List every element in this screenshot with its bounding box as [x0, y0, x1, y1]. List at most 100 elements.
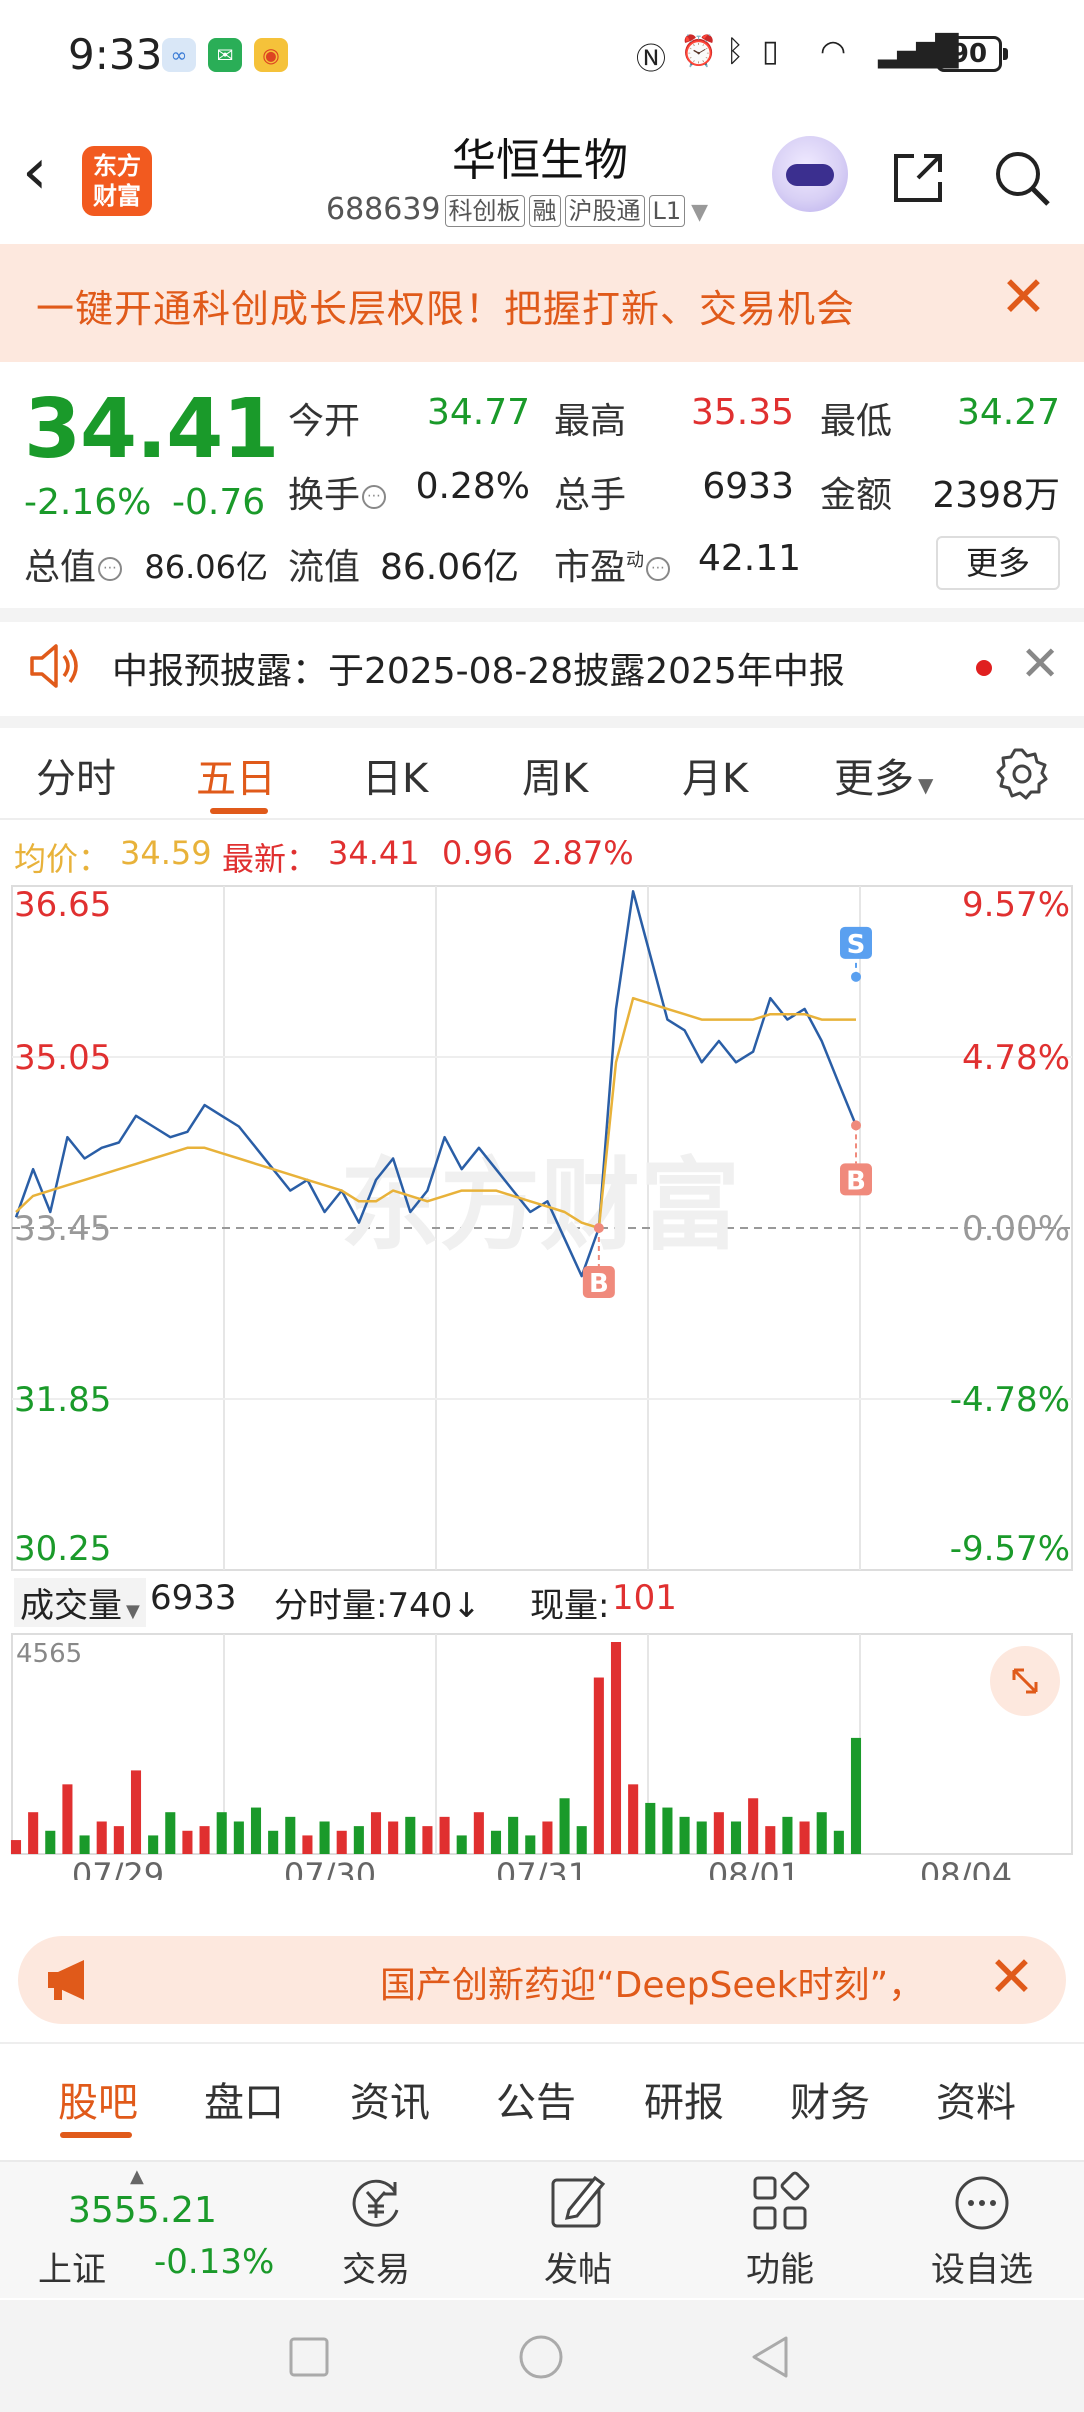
tab-announcements[interactable]: 公告 — [496, 2070, 576, 2128]
marker-dot — [851, 1120, 861, 1131]
volume-bar — [182, 1830, 193, 1854]
volume-bar — [559, 1798, 570, 1854]
amount-value: 2398万 — [932, 475, 1060, 516]
app-logo[interactable]: 东方 财富 — [82, 146, 152, 216]
tab-daily-k[interactable]: 日K — [362, 746, 428, 804]
share-icon[interactable] — [888, 148, 948, 208]
y-tick-left: 35.05 — [14, 1038, 111, 1078]
tab-weekly-k[interactable]: 周K — [522, 746, 588, 804]
info-icon[interactable]: ⋯ — [646, 557, 671, 581]
x-tick-label: 07/30 — [284, 1856, 376, 1880]
close-icon[interactable]: ✕ — [988, 1946, 1035, 2010]
weibo-icon: ◉ — [254, 38, 288, 72]
volume-bar — [696, 1821, 707, 1854]
settings-icon[interactable] — [994, 746, 1050, 802]
volume-value: 6933 — [702, 466, 794, 507]
y-tick-left: 36.65 — [14, 885, 111, 925]
notice-text: 中报预披露：于2025-08-28披露2025年中报 — [112, 651, 845, 692]
post-label: 发帖 — [544, 2250, 612, 2290]
volume-bar — [62, 1784, 73, 1854]
logo-line-2: 财富 — [93, 182, 141, 210]
float-value: 86.06亿 — [380, 547, 520, 588]
volume-bar — [370, 1812, 382, 1854]
search-icon[interactable] — [990, 146, 1054, 210]
recent-apps-icon[interactable] — [288, 2336, 330, 2378]
tab-more[interactable]: 更多 ▼ — [834, 746, 933, 804]
close-icon[interactable]: ✕ — [1000, 268, 1047, 328]
more-button[interactable]: 更多 — [936, 536, 1060, 590]
tab-more-label: 更多 — [834, 756, 914, 802]
expand-icon[interactable] — [990, 1646, 1060, 1716]
turnover-value: 0.28% — [415, 466, 530, 507]
volume-bar — [662, 1807, 673, 1854]
index-name: 上证 — [38, 2250, 106, 2290]
back-icon[interactable]: ‹ — [22, 140, 48, 204]
volume-bar — [782, 1816, 793, 1854]
home-icon[interactable] — [518, 2334, 564, 2380]
float-value-label: 流值 — [288, 547, 361, 588]
total-value: 86.06亿 — [144, 548, 268, 586]
tab-financials[interactable]: 财务 — [790, 2070, 870, 2128]
volume-select[interactable]: 成交量 ▼ — [14, 1578, 146, 1627]
tab-intraday[interactable]: 分时 — [36, 746, 116, 804]
volume-bar — [79, 1835, 90, 1854]
tab-news[interactable]: 资讯 — [350, 2070, 430, 2128]
promo-banner[interactable]: 一键开通科创成长层权限！把握打新、交易机会 ✕ — [0, 244, 1084, 362]
alarm-icon: ⏰ — [680, 34, 718, 69]
volume-bar — [165, 1812, 176, 1854]
back-nav-icon[interactable] — [748, 2334, 790, 2380]
volume-bar — [456, 1835, 467, 1854]
divider — [0, 716, 1084, 728]
y-tick-left: 31.85 — [14, 1380, 111, 1420]
index-value[interactable]: 3555.21 — [68, 2190, 217, 2231]
volume-bar — [508, 1816, 519, 1854]
tab-profile[interactable]: 资料 — [936, 2070, 1016, 2128]
five-day-chart[interactable]: 东方财富36.6535.0533.4531.8530.259.57%4.78%0… — [0, 880, 1084, 1880]
news-ticker[interactable]: 国产创新药迎“DeepSeek时刻”， ✕ — [18, 1936, 1066, 2024]
stock-code-row[interactable]: 688639 科创板融沪股通 L1 ▼ — [326, 192, 708, 227]
post-button[interactable]: 发帖 — [518, 2170, 638, 2291]
tab-order-book[interactable]: 盘口 — [204, 2070, 284, 2128]
notice-bar[interactable]: 中报预披露：于2025-08-28披露2025年中报 ✕ — [0, 616, 1084, 716]
volume-bar — [799, 1821, 810, 1854]
close-icon[interactable]: ✕ — [1020, 636, 1060, 692]
info-icon[interactable]: ⋯ — [362, 485, 387, 509]
chart-tabs: 分时 五日 日K 周K 月K 更多 ▼ — [0, 728, 1084, 820]
latest-pct: 2.87% — [532, 834, 634, 872]
megaphone-icon — [48, 1960, 84, 2000]
function-button[interactable]: 功能 — [720, 2170, 840, 2291]
volume-bar — [525, 1835, 536, 1854]
logo-line-1: 东方 — [93, 152, 141, 180]
tab-research[interactable]: 研报 — [644, 2070, 724, 2128]
stock-name: 华恒生物 — [452, 135, 628, 186]
tab-forum[interactable]: 股吧 — [58, 2070, 138, 2128]
stock-header: ‹ 东方 财富 华恒生物 688639 科创板融沪股通 L1 ▼ — [0, 110, 1084, 240]
minute-volume-label: 分时量:740 — [274, 1586, 453, 1626]
battery-icon: 90 — [936, 36, 1008, 72]
board-tag: 科创板 — [444, 195, 525, 227]
volume-bar — [730, 1821, 742, 1854]
speaker-icon — [30, 644, 78, 688]
turnover-label-text: 换手 — [288, 475, 361, 516]
pe-sup: 动 — [626, 550, 645, 571]
volume-max-label: 4565 — [16, 1639, 82, 1669]
ai-assistant-icon[interactable] — [772, 136, 848, 212]
volume-bar — [113, 1826, 124, 1854]
tab-monthly-k[interactable]: 月K — [682, 746, 748, 804]
tab-five-day[interactable]: 五日 — [196, 746, 276, 804]
volume-bar — [302, 1835, 313, 1854]
marker-label: B — [589, 1269, 609, 1299]
trade-icon — [352, 2179, 399, 2227]
expand-up-icon[interactable]: ▲ — [130, 2166, 144, 2187]
trade-button[interactable]: 交易 — [316, 2170, 436, 2291]
volume-bar — [850, 1737, 862, 1854]
level-tag: L1 — [648, 195, 686, 227]
volume-bar — [765, 1826, 776, 1854]
volume-bar — [336, 1830, 347, 1854]
add-favorite-button[interactable]: 设自选 — [922, 2170, 1042, 2291]
total-value-label-text: 总值 — [24, 547, 97, 588]
info-icon[interactable]: ⋯ — [98, 557, 123, 581]
x-tick-label: 07/29 — [72, 1856, 164, 1880]
y-tick-right: 0.00% — [962, 1209, 1070, 1249]
change-amount: -0.76 — [172, 482, 266, 523]
